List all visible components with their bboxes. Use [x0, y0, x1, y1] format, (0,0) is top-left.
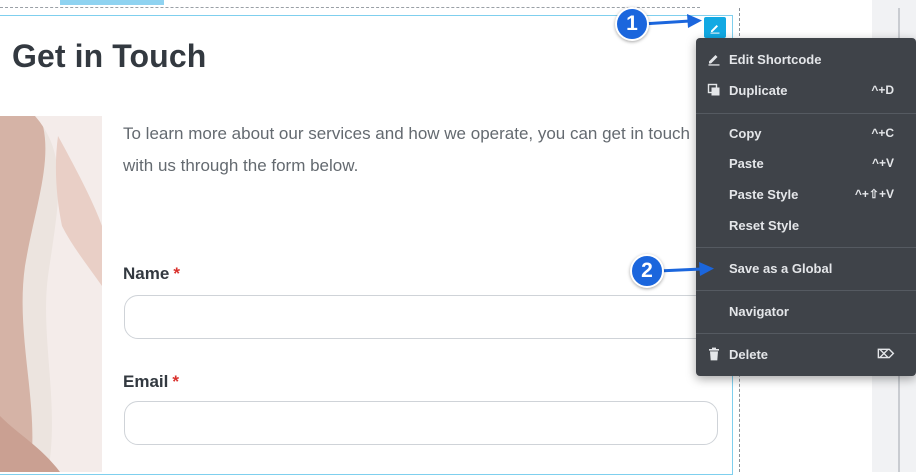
menu-item-label: Navigator	[729, 303, 789, 319]
menu-separator	[696, 113, 916, 114]
menu-item-label: Reset Style	[729, 217, 800, 233]
name-field-label: Name *	[123, 264, 180, 284]
contact-photo	[0, 116, 102, 472]
menu-separator	[696, 290, 916, 291]
page-title: Get in Touch	[12, 38, 207, 74]
menu-item-duplicate[interactable]: Duplicate ^+D	[696, 75, 916, 105]
menu-item-label: Delete	[729, 346, 769, 362]
section-handle[interactable]	[60, 0, 164, 5]
menu-item-paste-style[interactable]: Paste Style ^+⇧+V	[696, 179, 916, 209]
edit-widget-button[interactable]	[704, 17, 726, 38]
annotation-arrow-2	[657, 262, 714, 276]
email-field-label: Email *	[123, 372, 179, 392]
context-menu: Edit Shortcode Duplicate ^+D Copy ^+C Pa…	[696, 38, 916, 376]
menu-item-label: Paste	[729, 155, 764, 171]
name-label-text: Name	[123, 264, 170, 283]
pencil-icon	[709, 22, 721, 34]
menu-item-shortcut: ^+V	[871, 156, 894, 170]
menu-item-shortcut: ^+C	[871, 126, 894, 140]
menu-item-label: Save as a Global	[729, 260, 833, 276]
email-input[interactable]	[124, 401, 718, 445]
menu-item-label: Paste Style	[729, 186, 799, 202]
menu-item-shortcut: ^+D	[871, 83, 894, 97]
menu-item-copy[interactable]: Copy ^+C	[696, 118, 916, 148]
menu-item-label: Duplicate	[729, 82, 788, 98]
menu-item-reset-style[interactable]: Reset Style	[696, 210, 916, 240]
intro-text: To learn more about our services and how…	[123, 124, 691, 175]
annotation-badge-1: 1	[615, 7, 649, 41]
email-label-text: Email	[123, 372, 169, 391]
menu-item-edit-shortcode[interactable]: Edit Shortcode	[696, 44, 916, 74]
menu-item-label: Copy	[729, 125, 762, 141]
menu-separator	[696, 247, 916, 248]
section-dashed-border	[0, 7, 700, 8]
menu-item-shortcut: ⌦	[877, 347, 894, 361]
required-mark: *	[173, 264, 180, 283]
required-mark: *	[172, 372, 179, 391]
annotation-arrow-1	[641, 14, 702, 28]
trash-icon	[706, 346, 722, 362]
name-input[interactable]	[124, 295, 718, 339]
duplicate-icon	[706, 82, 722, 98]
annotation-badge-2: 2	[630, 254, 664, 288]
menu-item-navigator[interactable]: Navigator	[696, 296, 916, 326]
menu-separator	[696, 333, 916, 334]
menu-item-shortcut: ^+⇧+V	[854, 187, 894, 201]
menu-item-delete[interactable]: Delete ⌦	[696, 339, 916, 369]
menu-item-save-as-global[interactable]: Save as a Global	[696, 253, 916, 283]
pencil-icon	[706, 51, 722, 67]
menu-item-paste[interactable]: Paste ^+V	[696, 148, 916, 178]
menu-item-label: Edit Shortcode	[729, 51, 822, 67]
